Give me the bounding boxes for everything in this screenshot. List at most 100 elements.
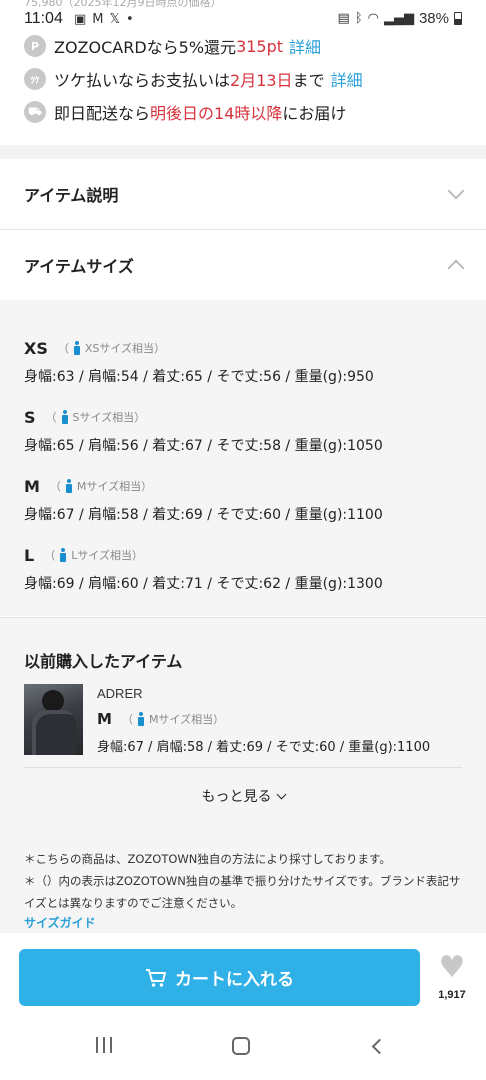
note-line-2: ＊（）内の表示はZOZOTOWN独自の基準で振り分けたサイズです。ブランド表記サ… xyxy=(24,874,461,910)
back-button[interactable] xyxy=(371,1038,388,1055)
size-list: XS （ XSサイズ相当 ） 身幅:63 / 肩幅:54 / 着丈:65 / そ… xyxy=(0,300,486,616)
tsuke-icon: ﾂｹ xyxy=(24,68,46,90)
size-notes: ＊こちらの商品は、ZOZOTOWN独自の方法により採寸しております。 ＊（）内の… xyxy=(24,848,464,914)
size-measurements: 身幅:69 / 肩幅:60 / 着丈:71 / そで丈:62 / 重量(g):1… xyxy=(24,576,383,592)
tsuke-date: 2月13日 xyxy=(230,71,293,90)
size-measurements: 身幅:67 / 肩幅:58 / 着丈:69 / そで丈:60 / 重量(g):1… xyxy=(24,507,383,523)
person-icon xyxy=(73,341,81,355)
item-description-title: アイテム説明 xyxy=(24,186,119,205)
paren-open: （ xyxy=(49,480,61,493)
tsuke-text: ツケ払いならお支払いは xyxy=(54,71,231,90)
equiv-text: Sサイズ相当 xyxy=(72,411,135,424)
equiv-text: Mサイズ相当 xyxy=(148,713,214,726)
dot-icon: • xyxy=(126,12,134,27)
wifi-icon: ◠ xyxy=(367,11,379,26)
paren-close: ） xyxy=(141,480,153,493)
note-line-1: ＊こちらの商品は、ZOZOTOWN独自の方法により採寸しております。 xyxy=(24,852,391,866)
x-icon: 𝕏 xyxy=(109,12,120,27)
paren-open: （ xyxy=(121,713,133,726)
chevron-down-icon xyxy=(276,789,286,800)
tsuke-suffix: まで xyxy=(292,71,325,90)
item-size-equivalent: （ Mサイズ相当 ） xyxy=(122,711,224,727)
home-button[interactable] xyxy=(232,1037,250,1055)
cart-icon xyxy=(145,968,167,988)
gallery-icon: ▣ xyxy=(74,12,87,27)
person-icon xyxy=(59,548,67,562)
chevron-down-icon xyxy=(447,182,465,200)
bluetooth-icon: ᛒ xyxy=(354,11,363,26)
status-time: 11:04 xyxy=(24,10,63,27)
equiv-text: Lサイズ相当 xyxy=(71,549,133,562)
tsuke-row: ﾂｹ ツケ払いならお支払いは 2月13日 まで 詳細 xyxy=(24,67,363,91)
person-icon xyxy=(137,712,145,726)
size-equivalent: （ Mサイズ相当 ） xyxy=(50,478,152,494)
show-more-label: もっと見る xyxy=(201,789,272,805)
item-size-label: M xyxy=(97,710,112,728)
status-bar: 75,980（2025年12月9日時点の価格） 11:04 ▣ M 𝕏 • ▤ … xyxy=(0,0,486,36)
heart-icon: ♥ xyxy=(438,950,466,985)
equiv-text: Mサイズ相当 xyxy=(76,480,142,493)
previous-purchase-item[interactable]: ADRER M （ Mサイズ相当 ） 身幅:67 / 肩幅:58 / 着丈:69… xyxy=(24,684,462,768)
bottom-action-bar: カートに入れる ♥ 1,917 xyxy=(0,933,486,1013)
paren-close: ） xyxy=(154,342,166,355)
delivery-row: ⛟ 即日配送なら 明後日の14時以降 にお届け xyxy=(24,100,346,124)
size-m: M （ Mサイズ相当 ） 身幅:67 / 肩幅:58 / 着丈:69 / そで丈… xyxy=(24,476,383,524)
person-icon xyxy=(61,410,69,424)
gmail-icon: M xyxy=(92,12,104,27)
paren-close: ） xyxy=(213,713,225,726)
size-guide-link[interactable]: サイズガイド xyxy=(24,914,96,931)
section-divider xyxy=(0,145,486,159)
equiv-text: XSサイズ相当 xyxy=(84,342,155,355)
item-thumbnail[interactable] xyxy=(24,684,83,755)
previous-purchase-title: 以前購入したアイテム xyxy=(24,652,183,671)
size-equivalent: （ Sサイズ相当 ） xyxy=(45,409,146,425)
overflow-price-text: 75,980（2025年12月9日時点の価格） xyxy=(24,0,222,9)
battery-percent: 38% xyxy=(418,10,449,27)
favorite-button[interactable]: ♥ 1,917 xyxy=(432,953,472,1003)
add-to-cart-button[interactable]: カートに入れる xyxy=(19,949,420,1006)
battery-icon xyxy=(454,12,462,25)
item-size-toggle[interactable]: アイテムサイズ xyxy=(0,230,486,300)
size-label: XS xyxy=(24,338,48,358)
item-size-row: M （ Mサイズ相当 ） xyxy=(97,710,224,728)
item-size-title: アイテムサイズ xyxy=(24,257,134,276)
zozocard-text: ZOZOCARDなら5%還元 xyxy=(54,38,237,57)
show-more-button[interactable]: もっと見る xyxy=(0,786,486,806)
tsuke-detail-link[interactable]: 詳細 xyxy=(331,67,363,91)
item-measurements: 身幅:67 / 肩幅:58 / 着丈:69 / そで丈:60 / 重量(g):1… xyxy=(97,740,431,755)
person-icon xyxy=(65,479,73,493)
truck-icon: ⛟ xyxy=(24,101,46,123)
previous-purchase-section: 以前購入したアイテム ADRER M （ Mサイズ相当 ） 身幅:67 / 肩幅… xyxy=(0,617,486,933)
delivery-time: 明後日の14時以降 xyxy=(150,104,283,123)
favorite-count: 1,917 xyxy=(438,989,466,1001)
item-brand: ADRER xyxy=(97,686,143,701)
size-equivalent: （ XSサイズ相当 ） xyxy=(58,340,165,356)
zozocard-detail-link[interactable]: 詳細 xyxy=(289,34,321,58)
recent-apps-button[interactable] xyxy=(96,1037,112,1053)
size-label: S xyxy=(24,407,36,427)
size-s: S （ Sサイズ相当 ） 身幅:65 / 肩幅:56 / 着丈:67 / そで丈… xyxy=(24,407,383,455)
paren-open: （ xyxy=(57,342,69,355)
zozocard-row: P ZOZOCARDなら5%還元 315pt 詳細 xyxy=(24,34,321,58)
delivery-suffix: にお届け xyxy=(282,104,347,123)
item-description-toggle[interactable]: アイテム説明 xyxy=(0,159,486,229)
delivery-text: 即日配送なら xyxy=(54,104,151,123)
sim-icon: ▤ xyxy=(337,11,350,26)
paren-close: ） xyxy=(132,549,144,562)
zozocard-points: 315pt xyxy=(236,36,284,56)
paren-close: ） xyxy=(134,411,146,424)
notification-icons: ▣ M 𝕏 • xyxy=(74,12,134,27)
signal-icon: ▂▄▆ xyxy=(383,11,414,26)
add-to-cart-label: カートに入れる xyxy=(175,970,294,990)
size-equivalent: （ Lサイズ相当 ） xyxy=(44,547,143,563)
size-measurements: 身幅:63 / 肩幅:54 / 着丈:65 / そで丈:56 / 重量(g):9… xyxy=(24,369,374,385)
size-label: L xyxy=(24,545,35,565)
paren-open: （ xyxy=(44,549,56,562)
chevron-up-icon xyxy=(447,259,465,277)
paren-open: （ xyxy=(45,411,57,424)
size-measurements: 身幅:65 / 肩幅:56 / 着丈:67 / そで丈:58 / 重量(g):1… xyxy=(24,438,383,454)
size-xs: XS （ XSサイズ相当 ） 身幅:63 / 肩幅:54 / 着丈:65 / そ… xyxy=(24,338,374,386)
size-label: M xyxy=(24,476,40,496)
system-icons: ▤ ᛒ ◠ ▂▄▆ 38% xyxy=(338,10,462,27)
point-icon: P xyxy=(24,35,46,57)
